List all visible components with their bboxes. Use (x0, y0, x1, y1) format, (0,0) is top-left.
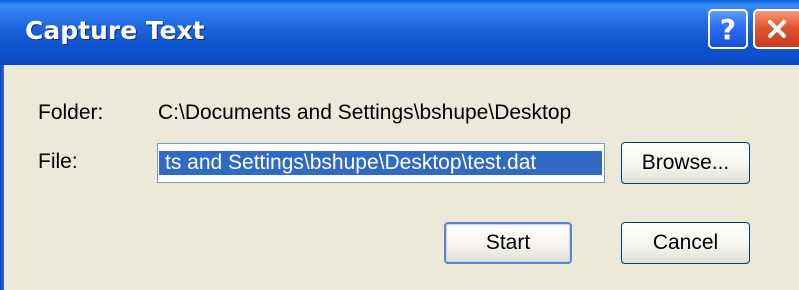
question-mark-icon: ? (719, 12, 737, 46)
window-frame-left (0, 65, 4, 290)
help-button[interactable]: ? (708, 9, 748, 49)
close-button[interactable] (753, 9, 799, 49)
file-path-input[interactable]: ts and Settings\bshupe\Desktop\test.dat (157, 143, 605, 183)
browse-button[interactable]: Browse... (621, 142, 750, 184)
close-x-icon (768, 20, 786, 38)
file-label: File: (38, 150, 78, 173)
cancel-button[interactable]: Cancel (621, 222, 750, 264)
title-bar[interactable]: Capture Text ? (0, 0, 799, 65)
window-title: Capture Text (25, 16, 205, 45)
file-path-selected-text: ts and Settings\bshupe\Desktop\test.dat (159, 151, 602, 175)
capture-text-dialog: Capture Text ? Folder: C:\Documents and … (0, 0, 799, 290)
folder-path-value: C:\Documents and Settings\bshupe\Desktop (158, 101, 572, 124)
start-button[interactable]: Start (444, 222, 572, 264)
folder-label: Folder: (38, 101, 104, 124)
